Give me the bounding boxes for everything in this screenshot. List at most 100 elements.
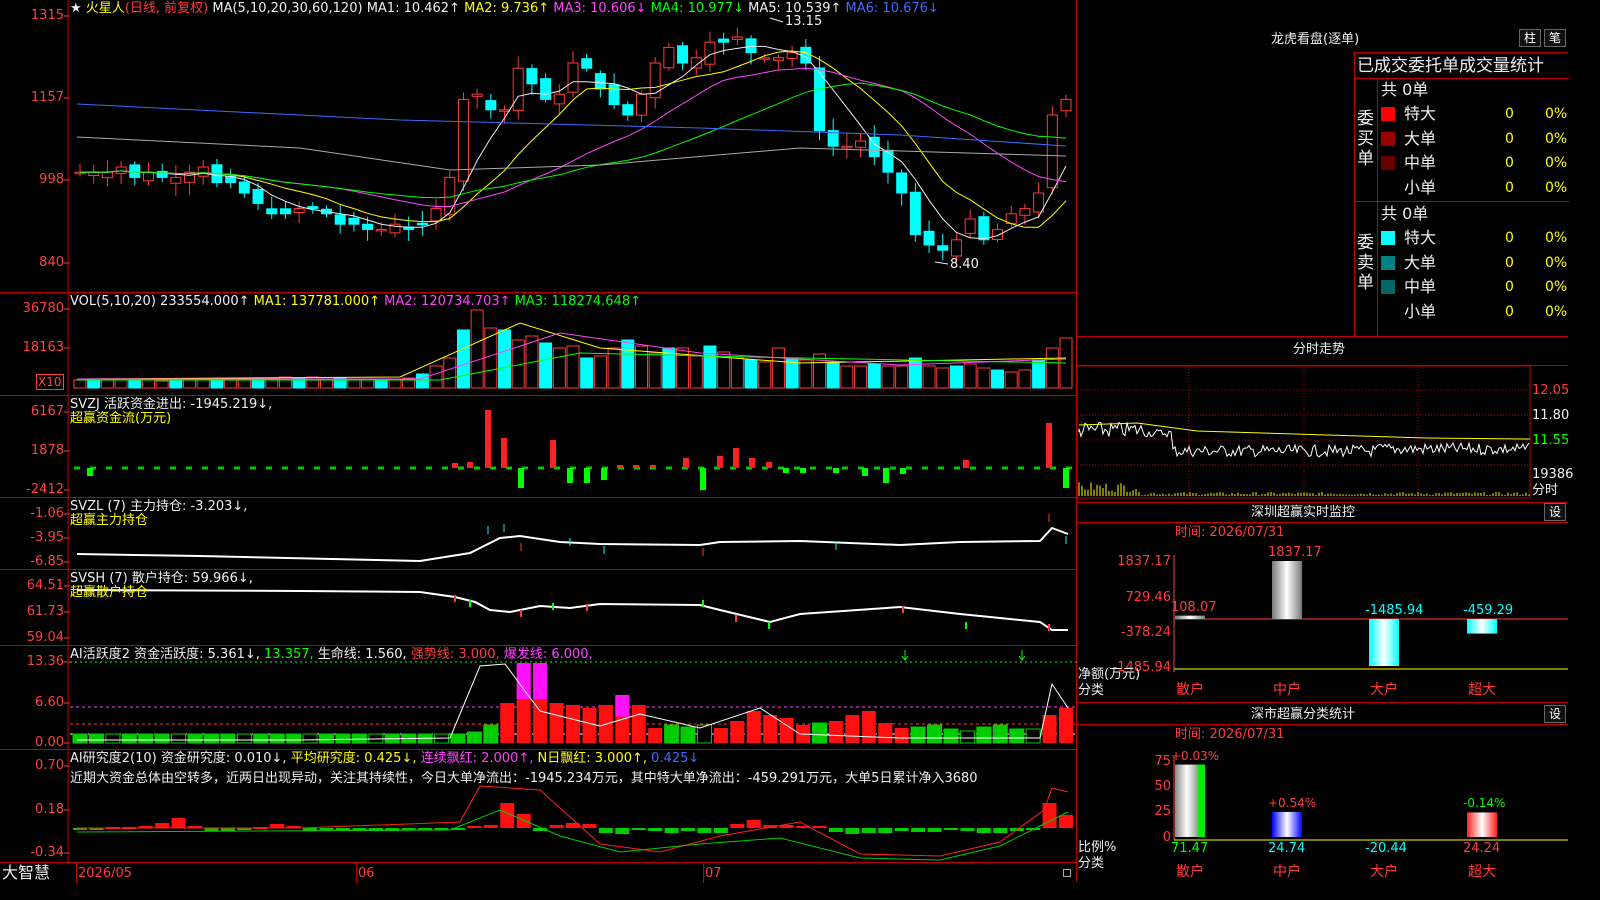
monitor-axis-label2: 分类 [1078,683,1105,698]
candle [416,222,428,226]
ai-research-panel[interactable]: AI研究度2(10) 资金研究度: 0.010↓, 平均研究度: 0.425↓,… [0,750,1077,862]
svsh-panel[interactable]: SVSH (7) 散户持仓: 59.966↓, 超赢散户持仓 64.51 61.… [0,570,1077,646]
candle [841,145,853,149]
candle [142,171,154,182]
vol-ma1: MA1: 137781.000↑ [253,294,381,309]
svzj-panel[interactable]: SVZJ 活跃资金进出: -1945.219↓, 超赢资金流(万元) 6167 … [0,396,1077,498]
stats-bar [1272,811,1302,837]
pen-mode-button[interactable]: 笔 [1544,29,1566,47]
sell-row-label: 特大 [1404,228,1437,247]
intraday-bottom-label: 分时 [1532,483,1559,498]
buy-swatch-1 [1381,131,1395,146]
flow-bar [87,468,93,476]
volume-bar [484,327,498,389]
flow-bar [733,448,739,468]
sell-row-count: 0 [1505,279,1514,295]
flow-bar [452,463,458,468]
monitor-bar [1369,619,1399,666]
candlestick-panel[interactable]: ★ 火星人(日线, 前复权) MA(5,10,20,30,60,120) MA1… [0,0,1077,293]
research-line-green [76,809,1069,861]
flow-bar [683,458,689,468]
main-position-line [76,526,1069,563]
vol-value: 233554.000↑ [160,294,250,309]
star-icon[interactable]: ★ [70,1,82,16]
ai-activity-panel[interactable]: AI活跃度2 资金活跃度: 5.361↓, 13.357, 生命线: 1.560… [0,646,1077,750]
stats-bar-value: 24.24 [1463,841,1501,856]
ai1-title: AI活跃度2 资金活跃度: 5.361↓, [70,647,260,662]
activity-bar [302,733,318,744]
buy-row-count: 0 [1505,179,1514,196]
intraday-panel[interactable]: 分时走势 12.05 11.80 11.55 19386 分时 [1077,337,1573,503]
svzj-y-label: -2412 [26,482,64,497]
stock-mode: (日线, 前复权) [124,1,209,16]
candle [635,93,647,116]
volume-bar [826,361,840,389]
volume-bar [949,365,963,389]
sell-row-label: 中单 [1404,277,1437,296]
volume-panel[interactable]: VOL(5,10,20) 233554.000↑ MA1: 137781.000… [0,293,1077,396]
ai2-v3: 连续飘红: 2.000↑, [420,751,534,766]
buy-row-label: 特大 [1404,104,1437,123]
research-bar [483,825,498,828]
candlestick-chart[interactable] [0,0,1077,293]
activity-bar [910,726,926,744]
candle [622,104,634,116]
volume-bar [922,365,936,389]
buy-swatch-0 [1381,107,1395,121]
research-bar [270,824,285,828]
ai1-v3: 生命线: 1.560, [317,647,407,662]
ai-research-chart[interactable] [0,750,1077,862]
bar-mode-button[interactable]: 柱 [1519,29,1541,47]
activity-bar [746,711,761,743]
stats-bar-pct: -0.14% [1463,796,1506,811]
flow-bar [584,468,590,483]
candle [581,58,593,69]
research-bar [746,820,761,828]
ai2-v5: 0.425↓ [651,751,700,766]
candle [759,57,771,60]
svzl-y-label: -1.06 [30,506,64,521]
vol-unit-badge: X10 [36,374,64,390]
ai1-y-label: 0.00 [35,735,64,750]
candle [471,93,483,97]
candle [293,208,305,213]
main-y-label: 1157 [30,90,64,105]
lock-icon[interactable] [1063,869,1071,877]
flow-bar [633,465,639,468]
svzl-panel[interactable]: SVZL (7) 主力持仓: -3.203↓, 超赢主力持仓 -1.06 -3.… [0,498,1077,570]
buy-row-pct: 0% [1545,106,1568,122]
sell-row-count: 0 [1505,230,1514,246]
ma1-legend: MA1: 10.462↑ [366,1,460,16]
flow-bar [800,468,806,473]
ma6-line [76,103,1067,147]
intraday-chart[interactable] [1077,337,1568,503]
buy-row-count: 0 [1505,155,1514,171]
intraday-vol-label: 19386 [1532,467,1574,482]
research-bar [319,828,334,830]
research-bar [911,828,926,832]
flow-bar [783,468,789,473]
stats-y-label: 50 [1154,779,1171,794]
volume-bar [936,367,950,389]
ma5-line [76,136,1067,171]
candle [526,68,538,85]
volume-bar [813,353,826,389]
ai1-legend: AI活跃度2 资金活跃度: 5.361↓, 13.357, 生命线: 1.560… [70,647,593,662]
candle [731,36,743,40]
stock-name[interactable]: 火星人 [86,1,125,16]
flow-bar [550,440,556,468]
vol-ma3: MA3: 118274.648↑ [514,294,642,309]
research-bar [993,828,1008,833]
stats-bar [1175,764,1205,837]
main-y-label: 840 [39,255,64,270]
vol-title: VOL(5,10,20) [70,294,156,309]
research-bar [615,828,630,834]
candle [868,136,880,158]
volume-bar [100,379,114,389]
flow-bar [900,468,906,474]
volume-bar [799,359,813,389]
candle [1019,208,1031,216]
research-bar [171,818,186,828]
stats-bar-pct: +0.03% [1171,748,1220,763]
candle [238,181,250,194]
